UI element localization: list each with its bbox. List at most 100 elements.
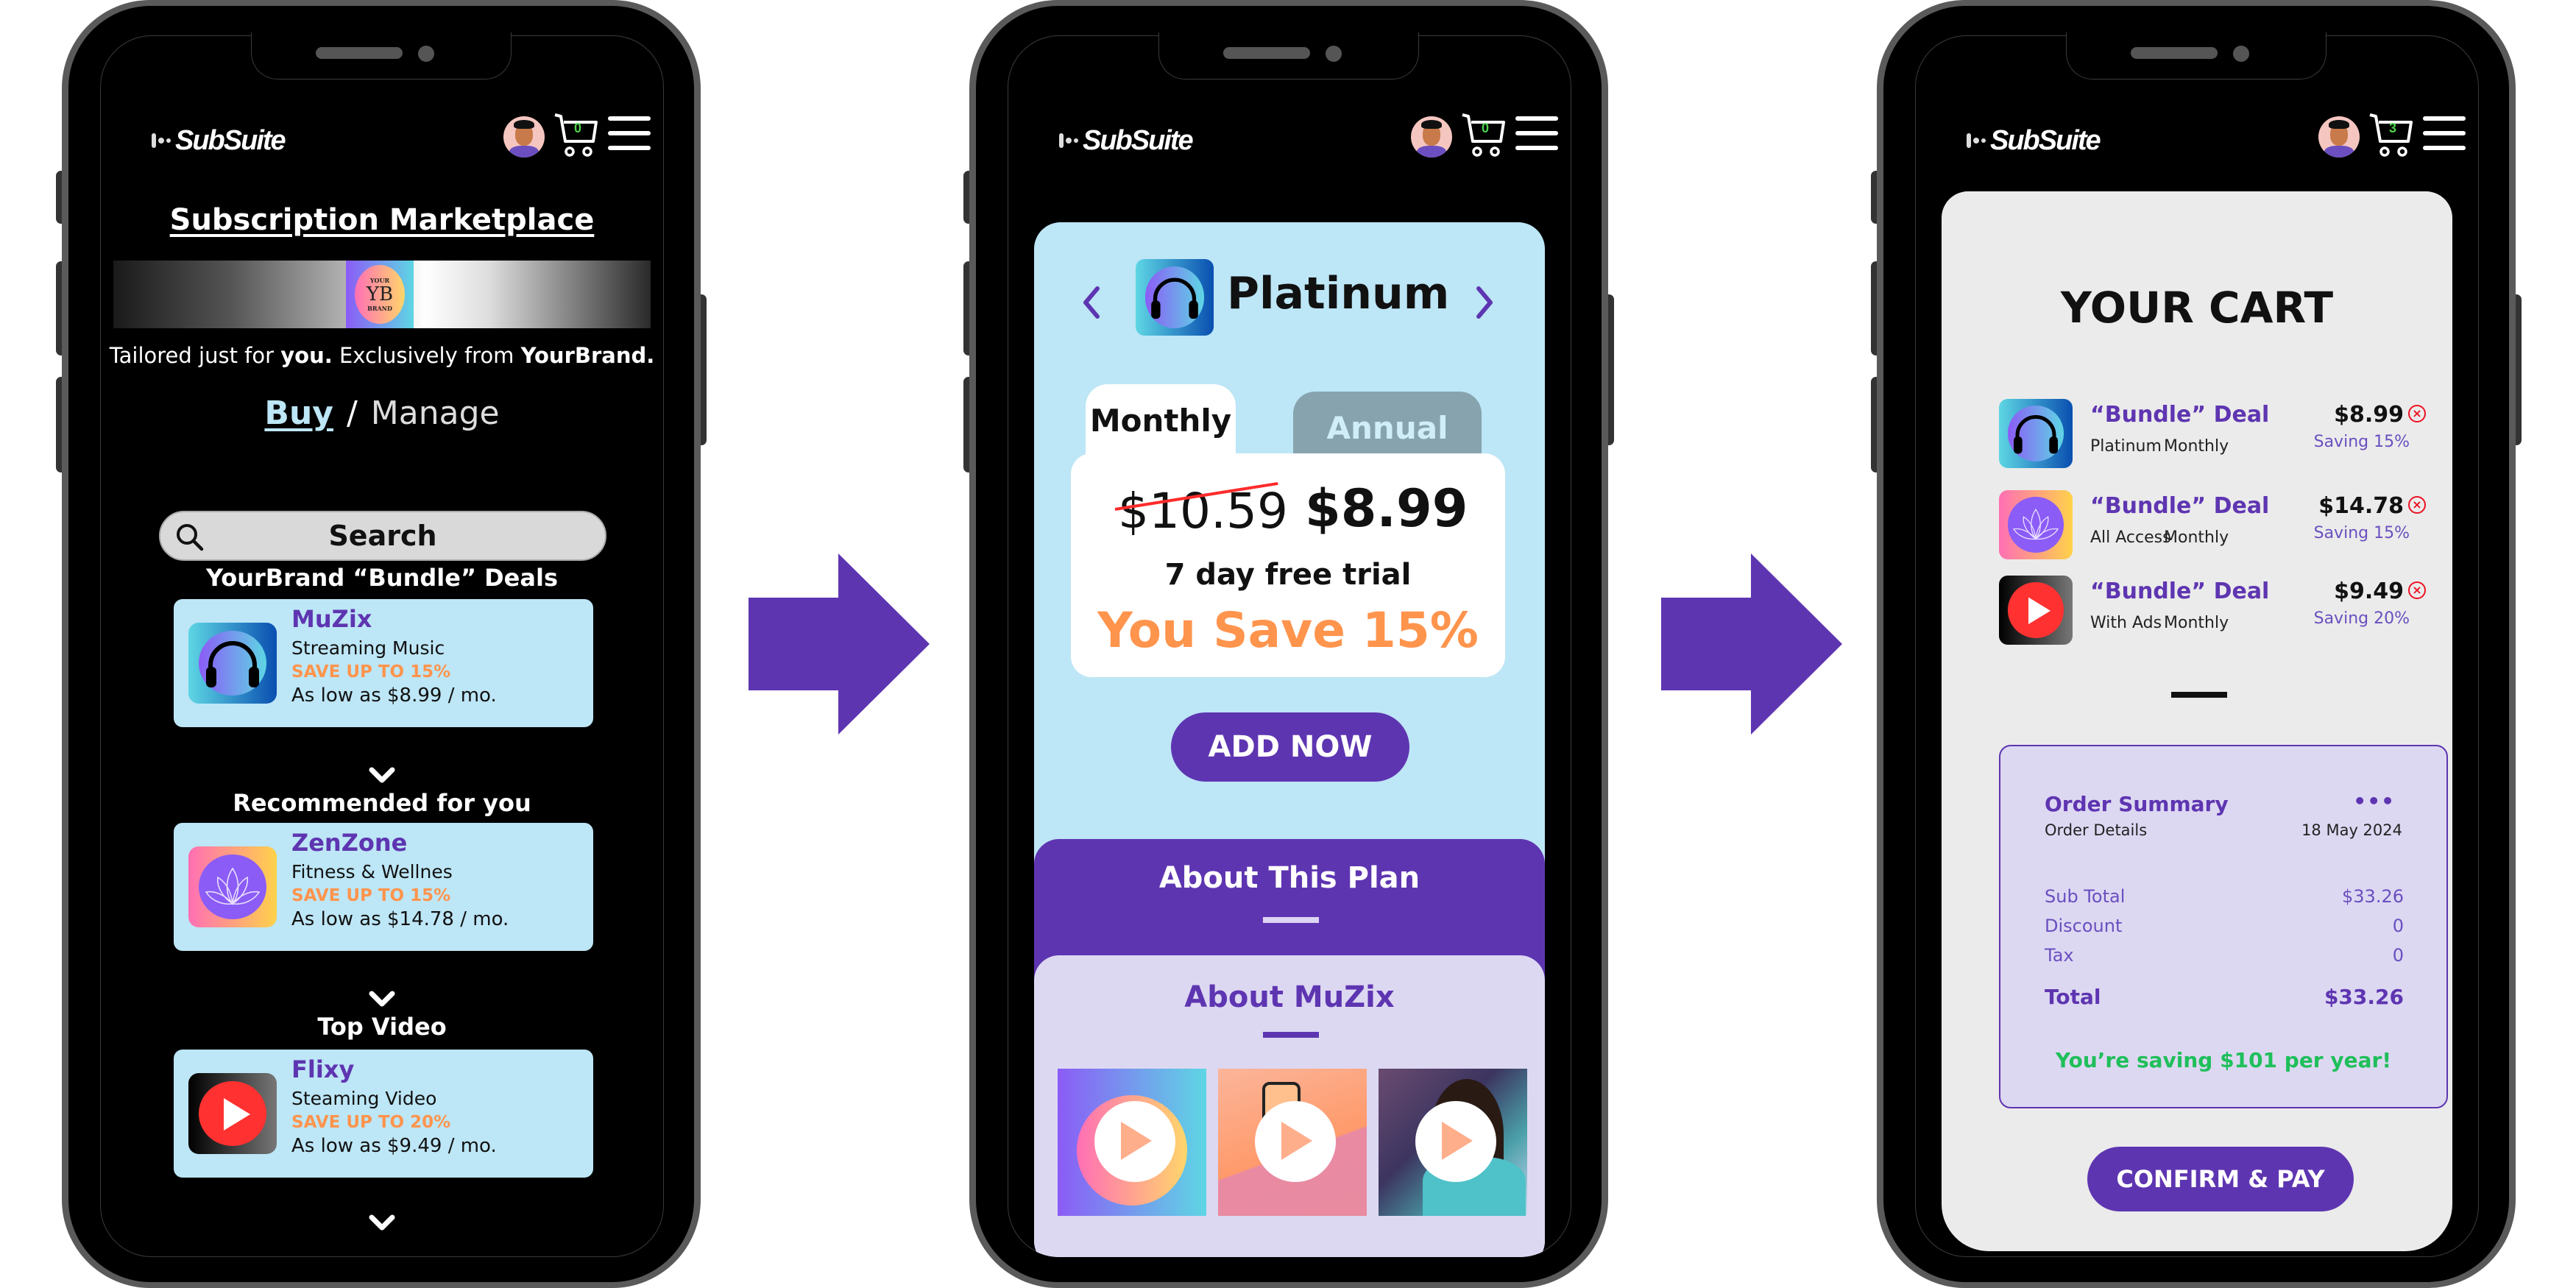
heading-underline (1263, 1032, 1319, 1038)
buy-manage-toggle: Buy / Manage (100, 394, 664, 432)
play-icon (1094, 1101, 1175, 1182)
hamburger-menu-icon[interactable] (608, 116, 651, 150)
order-summary-card: Order Summary ••• Order Details 18 May 2… (1999, 745, 2448, 1108)
play-icon (1999, 576, 2073, 645)
price-text: As low as $8.99 / mo. (291, 684, 497, 707)
phone-plan-detail: SubSuite 0 Platinum Annual Monthly $10.5… (963, 0, 1614, 1288)
lotus-icon (1999, 490, 2073, 559)
summary-row: Sub Total $33.26 (2045, 886, 2404, 907)
brand-name: SubSuite (175, 124, 286, 156)
hamburger-menu-icon[interactable] (1515, 116, 1558, 150)
logo-mark-icon (1059, 133, 1078, 148)
deal-label: “Bundle” Deal (2090, 578, 2270, 604)
original-price: $10.59 (1118, 483, 1288, 539)
play-icon (188, 1073, 277, 1154)
hamburger-menu-icon[interactable] (2423, 116, 2466, 150)
app-category: Fitness & Wellnes (291, 861, 453, 882)
item-saving: Saving 15% (2313, 433, 2410, 451)
video-thumbnail[interactable] (1379, 1069, 1527, 1216)
toggle-separator: / (346, 394, 358, 432)
brand-logo[interactable]: SubSuite (1967, 124, 2101, 158)
cart-button[interactable]: 0 (1459, 112, 1507, 159)
remove-item-icon[interactable]: × (2408, 496, 2426, 514)
video-thumbnail[interactable] (1218, 1069, 1367, 1216)
lotus-icon (188, 846, 277, 927)
cart-count-badge: 0 (574, 121, 582, 135)
item-saving: Saving 20% (2313, 609, 2410, 628)
headphones-icon (1999, 399, 2073, 468)
screen: SubSuite 0 Platinum Annual Monthly $10.5… (1008, 35, 1571, 1257)
summary-row: Tax 0 (2045, 945, 2404, 966)
heading-underline (1263, 917, 1319, 923)
deal-card-flixy[interactable]: Flixy Steaming Video SAVE UP TO 20% As l… (174, 1050, 593, 1178)
price-box: $10.59 $8.99 7 day free trial You Save 1… (1071, 453, 1505, 677)
tab-annual[interactable]: Annual (1293, 392, 1482, 458)
phone-speaker (316, 47, 403, 59)
page-title: YOUR CART (2060, 283, 2334, 333)
play-icon (1415, 1101, 1496, 1182)
more-options-icon[interactable]: ••• (2353, 789, 2395, 813)
savings-text: You Save 15% (1097, 602, 1479, 659)
summary-row: Discount 0 (2045, 916, 2404, 936)
app-name: ZenZone (291, 829, 408, 857)
brand-logo[interactable]: SubSuite (1059, 124, 1194, 158)
plan-name: Platinum (1227, 268, 1450, 319)
section-heading: YourBrand “Bundle” Deals (206, 564, 558, 592)
play-icon (1255, 1101, 1336, 1182)
billing-frequency: Monthly (2164, 437, 2229, 456)
remove-item-icon[interactable]: × (2408, 581, 2426, 599)
chevron-down-icon[interactable] (368, 1214, 396, 1232)
flow-arrow-right-icon (1661, 553, 1842, 735)
price-text: As low as $9.49 / mo. (291, 1135, 497, 1157)
logo-mark-icon (1967, 133, 1986, 148)
cart-panel: YOUR CART “Bundle” Deal Platinum Monthly… (1942, 191, 2452, 1251)
scroll-indicator[interactable] (2171, 692, 2227, 698)
remove-item-icon[interactable]: × (2408, 405, 2426, 422)
yourbrand-logo: YOUR YB BRAND (346, 261, 414, 328)
app-category: Steaming Video (291, 1088, 437, 1109)
summary-subtitle: Order Details (2045, 821, 2148, 839)
order-date: 18 May 2024 (2301, 821, 2402, 839)
cart-item: “Bundle” Deal Platinum Monthly $8.99 × S… (1999, 399, 2426, 470)
video-thumbnail[interactable] (1058, 1069, 1206, 1216)
search-input[interactable]: Search (159, 511, 606, 561)
screen: SubSuite 0 Subscription Marketplace YOUR… (100, 35, 664, 1257)
buy-tab[interactable]: Buy (264, 394, 333, 432)
chevron-down-icon[interactable] (368, 767, 396, 785)
user-avatar[interactable] (503, 116, 545, 158)
cart-button[interactable]: 0 (552, 112, 599, 159)
page-title: Subscription Marketplace (169, 203, 595, 237)
deal-label: “Bundle” Deal (2090, 402, 2270, 428)
cart-button[interactable]: 3 (2367, 112, 2414, 159)
chevron-down-icon[interactable] (368, 991, 396, 1008)
confirm-pay-button[interactable]: CONFIRM & PAY (2087, 1147, 2354, 1211)
user-avatar[interactable] (2318, 116, 2360, 158)
save-badge: SAVE UP TO 20% (291, 1113, 451, 1132)
manage-tab[interactable]: Manage (371, 394, 500, 432)
plan-tier: Platinum (2090, 437, 2162, 456)
search-placeholder: Search (328, 520, 437, 552)
discounted-price: $8.99 (1305, 478, 1468, 539)
billing-frequency: Monthly (2164, 528, 2229, 547)
section-heading: Top Video (317, 1013, 447, 1041)
chevron-left-icon[interactable] (1080, 284, 1102, 321)
add-now-button[interactable]: ADD NOW (1171, 712, 1409, 782)
tab-monthly[interactable]: Monthly (1086, 384, 1236, 458)
deal-card-muzix[interactable]: MuZix Streaming Music SAVE UP TO 15% As … (174, 599, 593, 727)
billing-frequency: Monthly (2164, 614, 2229, 632)
screen: SubSuite 3 YOUR CART “Bundle” Deal Plati… (1915, 35, 2479, 1257)
app-name: Flixy (291, 1055, 355, 1083)
annual-saving-note: You’re saving $101 per year! (2055, 1048, 2392, 1072)
badge-text-bottom: BRAND (367, 305, 392, 312)
phone-camera (418, 46, 434, 62)
chevron-right-icon[interactable] (1474, 284, 1496, 321)
logo-mark-icon (152, 133, 171, 148)
item-saving: Saving 15% (2313, 524, 2410, 542)
deal-card-zenzone[interactable]: ZenZone Fitness & Wellnes SAVE UP TO 15%… (174, 823, 593, 951)
user-avatar[interactable] (1411, 116, 1452, 158)
deal-label: “Bundle” Deal (2090, 493, 2270, 519)
brand-name: SubSuite (1083, 124, 1194, 156)
brand-logo[interactable]: SubSuite (152, 124, 286, 158)
headphones-icon (188, 623, 277, 704)
plan-tier: All Access (2090, 528, 2171, 547)
